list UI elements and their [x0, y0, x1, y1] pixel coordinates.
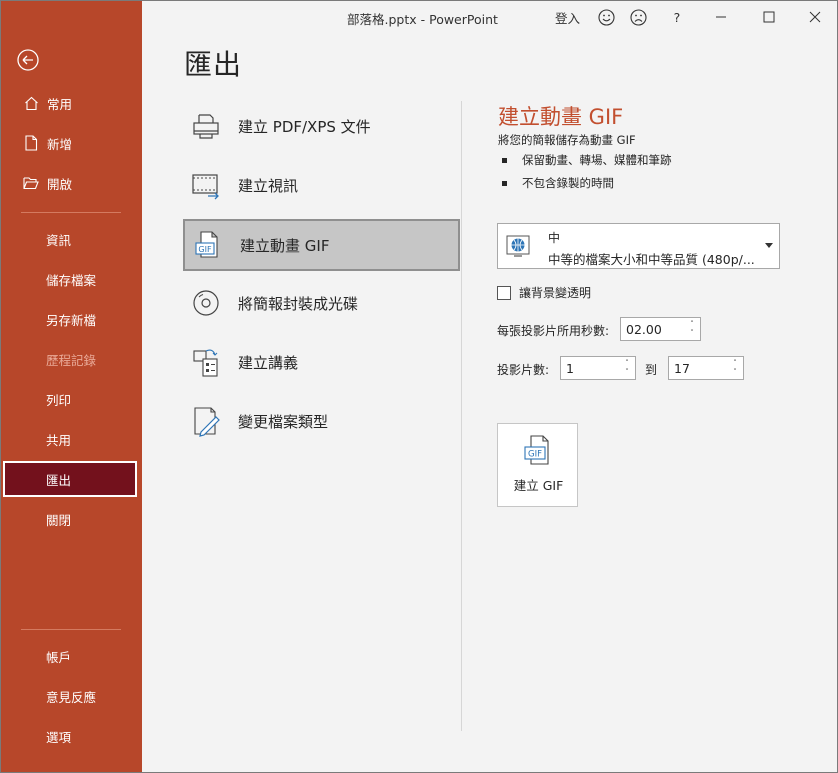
sidebar-item-save-as[interactable]: 另存新檔	[1, 300, 187, 338]
export-option-label: 建立 PDF/XPS 文件	[238, 117, 371, 136]
bullet-text: 保留動畫、轉場、媒體和筆跡	[522, 153, 672, 167]
sidebar-item-close[interactable]: 關閉	[1, 500, 187, 538]
folder-open-icon	[21, 173, 41, 193]
transparent-background-checkbox[interactable]	[497, 285, 511, 300]
new-document-icon	[21, 133, 41, 153]
create-gif-button[interactable]: GIF 建立 GIF	[497, 423, 578, 507]
export-option-label: 將簡報封裝成光碟	[238, 294, 359, 313]
sidebar-item-open[interactable]: 開啟	[1, 164, 142, 202]
sidebar-item-label: 匯出	[46, 472, 72, 488]
slides-to-value: 17	[674, 361, 690, 376]
maximize-icon[interactable]	[759, 7, 779, 27]
sidebar-item-label: 意見反應	[46, 689, 97, 705]
export-option-change-file-type[interactable]: 變更檔案類型	[183, 395, 460, 447]
quality-name: 中	[548, 231, 561, 245]
sidebar-item-label: 另存新檔	[46, 312, 97, 328]
sidebar-divider	[21, 629, 121, 630]
seconds-per-slide-label: 每張投影片所用秒數:	[497, 324, 610, 338]
close-icon[interactable]	[805, 7, 825, 27]
spin-arrows-icon[interactable]: ˄ ˅	[687, 320, 697, 338]
back-arrow-icon[interactable]	[17, 49, 39, 71]
sidebar-item-label: 新增	[47, 136, 73, 152]
slides-range-label: 投影片數:	[497, 363, 550, 377]
sidebar-divider	[21, 212, 121, 213]
sidebar-item-export[interactable]: 匯出	[3, 461, 137, 497]
export-option-handouts[interactable]: 建立講義	[183, 336, 460, 388]
slides-from-stepper[interactable]: 1 ˄ ˅	[560, 356, 636, 380]
sidebar-item-new[interactable]: 新增	[1, 124, 142, 162]
sign-in-link[interactable]: 登入	[555, 7, 580, 27]
export-option-label: 建立講義	[238, 353, 299, 372]
globe-monitor-icon	[506, 235, 530, 257]
sidebar-item-history: 歷程記錄	[1, 340, 187, 378]
gif-icon: GIF	[191, 228, 225, 262]
video-icon	[189, 168, 223, 202]
gif-panel-title: 建立動畫 GIF	[498, 105, 624, 129]
export-option-label: 建立視訊	[238, 176, 299, 195]
backstage-sidebar: 常用 新增 開啟 資訊 儲存檔案 另存新檔 歷程記錄 列印 共用 匯出 關閉 帳…	[1, 1, 142, 772]
pane-divider	[461, 101, 462, 731]
sidebar-item-label: 資訊	[46, 232, 72, 248]
home-icon	[21, 93, 41, 113]
sidebar-item-label: 帳戶	[46, 649, 72, 665]
transparent-background-label: 讓背景變透明	[519, 286, 592, 300]
sidebar-item-label: 歷程記錄	[46, 352, 97, 368]
sidebar-item-label: 共用	[46, 432, 72, 448]
sidebar-item-save[interactable]: 儲存檔案	[1, 260, 187, 298]
help-button[interactable]: ?	[670, 7, 684, 27]
smile-feedback-icon[interactable]	[596, 7, 616, 27]
sidebar-item-share[interactable]: 共用	[1, 420, 187, 458]
spin-arrows-icon[interactable]: ˄ ˅	[622, 359, 632, 377]
title-bar: 部落格.pptx - PowerPoint 登入 ?	[142, 1, 837, 33]
export-option-pdf-xps[interactable]: 建立 PDF/XPS 文件	[183, 100, 460, 152]
powerpoint-window: 常用 新增 開啟 資訊 儲存檔案 另存新檔 歷程記錄 列印 共用 匯出 關閉 帳…	[0, 0, 838, 773]
slides-to-stepper[interactable]: 17 ˄ ˅	[668, 356, 744, 380]
cd-icon	[189, 286, 223, 320]
sidebar-item-info[interactable]: 資訊	[1, 220, 187, 258]
sidebar-item-label: 開啟	[47, 176, 73, 192]
quality-description: 中等的檔案大小和中等品質 (480p/...	[548, 252, 755, 267]
sidebar-item-label: 選項	[46, 729, 72, 745]
sidebar-item-label: 常用	[47, 96, 73, 112]
gif-panel-description: 將您的簡報儲存為動畫 GIF	[498, 133, 636, 147]
bullet-text: 不包含錄製的時間	[522, 176, 614, 190]
export-option-gif[interactable]: GIF 建立動畫 GIF	[183, 219, 460, 271]
sidebar-item-print[interactable]: 列印	[1, 380, 187, 418]
svg-text:GIF: GIF	[198, 245, 212, 254]
export-option-video[interactable]: 建立視訊	[183, 159, 460, 211]
list-item: 不包含錄製的時間	[502, 175, 614, 191]
export-option-package-cd[interactable]: 將簡報封裝成光碟	[183, 277, 460, 329]
export-option-label: 變更檔案類型	[238, 412, 329, 431]
seconds-per-slide-value: 02.00	[626, 322, 662, 337]
slides-from-value: 1	[566, 361, 574, 376]
handout-icon	[189, 345, 223, 379]
sidebar-item-options[interactable]: 選項	[1, 717, 187, 755]
create-gif-button-label: 建立 GIF	[513, 478, 564, 493]
chevron-down-icon	[765, 243, 773, 248]
gif-icon-text: GIF	[528, 450, 542, 460]
sidebar-item-home[interactable]: 常用	[1, 84, 142, 122]
sidebar-item-account[interactable]: 帳戶	[1, 637, 187, 675]
seconds-per-slide-stepper[interactable]: 02.00 ˄ ˅	[620, 317, 701, 341]
sidebar-item-label: 列印	[46, 392, 72, 408]
list-item: 保留動畫、轉場、媒體和筆跡	[502, 152, 672, 168]
spin-arrows-icon[interactable]: ˄ ˅	[730, 359, 740, 377]
change-file-type-icon	[189, 404, 223, 438]
slides-to-label: 到	[645, 363, 658, 377]
pdf-printer-icon	[189, 109, 223, 143]
page-title: 匯出	[184, 48, 243, 81]
frown-feedback-icon[interactable]	[628, 7, 648, 27]
sidebar-item-label: 關閉	[46, 512, 72, 528]
export-option-label: 建立動畫 GIF	[240, 236, 330, 255]
window-title: 部落格.pptx - PowerPoint	[347, 12, 498, 27]
gif-icon: GIF	[524, 435, 549, 465]
transparent-background-option[interactable]: 讓背景變透明	[497, 284, 591, 301]
quality-dropdown[interactable]: 中 中等的檔案大小和中等品質 (480p/...	[497, 223, 780, 269]
sidebar-item-label: 儲存檔案	[46, 272, 97, 288]
sidebar-item-feedback[interactable]: 意見反應	[1, 677, 187, 715]
minimize-icon[interactable]	[711, 7, 731, 27]
